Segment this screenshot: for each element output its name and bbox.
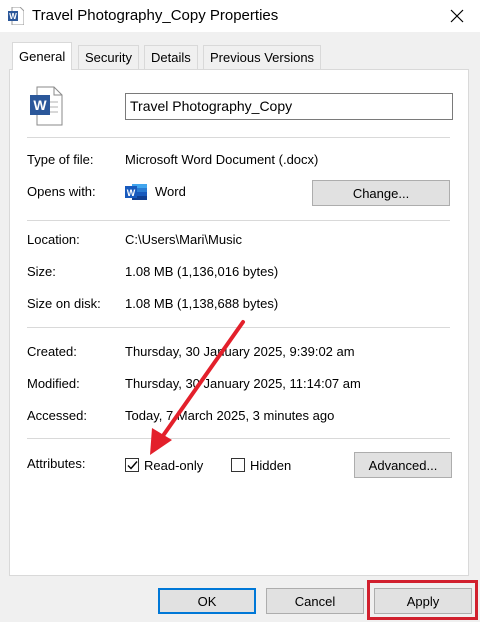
tab-details[interactable]: Details <box>144 45 198 69</box>
close-button[interactable] <box>442 2 472 30</box>
advanced-button[interactable]: Advanced... <box>354 452 452 478</box>
created-value: Thursday, 30 January 2025, 9:39:02 am <box>125 344 355 359</box>
change-button[interactable]: Change... <box>312 180 450 206</box>
word-document-icon: W <box>8 6 25 26</box>
location-label: Location: <box>27 232 80 247</box>
word-document-icon: W <box>29 86 63 126</box>
read-only-checkbox[interactable] <box>125 458 139 472</box>
accessed-value: Today, 7 March 2025, 3 minutes ago <box>125 408 335 423</box>
read-only-label[interactable]: Read-only <box>144 458 203 473</box>
svg-text:W: W <box>33 97 47 113</box>
checkmark-icon <box>127 461 138 470</box>
divider <box>27 220 450 221</box>
title-bar: W Travel Photography_Copy Properties <box>0 0 480 32</box>
type-label: Type of file: <box>27 152 94 167</box>
close-icon <box>450 9 464 23</box>
svg-text:W: W <box>127 188 136 198</box>
tab-general[interactable]: General <box>12 42 73 70</box>
filename-field[interactable]: Travel Photography_Copy <box>125 93 453 120</box>
window-title: Travel Photography_Copy Properties <box>32 7 279 24</box>
general-panel <box>9 69 469 576</box>
ok-button[interactable]: OK <box>158 588 256 614</box>
type-value: Microsoft Word Document (.docx) <box>125 152 319 167</box>
opens-with-label: Opens with: <box>27 184 96 199</box>
divider <box>27 438 450 439</box>
modified-label: Modified: <box>27 376 80 391</box>
attributes-label: Attributes: <box>27 456 86 471</box>
opens-with-app: Word <box>155 184 186 199</box>
divider <box>27 327 450 328</box>
size-value: 1.08 MB (1,136,016 bytes) <box>125 264 279 279</box>
location-value: C:\Users\Mari\Music <box>125 232 243 247</box>
size-label: Size: <box>27 264 56 279</box>
created-label: Created: <box>27 344 77 359</box>
modified-value: Thursday, 30 January 2025, 11:14:07 am <box>125 376 361 391</box>
hidden-checkbox[interactable] <box>231 458 245 472</box>
tab-security[interactable]: Security <box>78 45 139 69</box>
apply-highlight-box <box>367 580 478 620</box>
divider <box>27 137 450 138</box>
accessed-label: Accessed: <box>27 408 87 423</box>
tab-previous-versions[interactable]: Previous Versions <box>203 45 322 69</box>
svg-text:W: W <box>9 12 17 21</box>
hidden-label[interactable]: Hidden <box>250 458 291 473</box>
cancel-button[interactable]: Cancel <box>266 588 364 614</box>
size-on-disk-value: 1.08 MB (1,138,688 bytes) <box>125 296 279 311</box>
size-on-disk-label: Size on disk: <box>27 296 101 311</box>
word-app-icon: W <box>125 183 147 201</box>
